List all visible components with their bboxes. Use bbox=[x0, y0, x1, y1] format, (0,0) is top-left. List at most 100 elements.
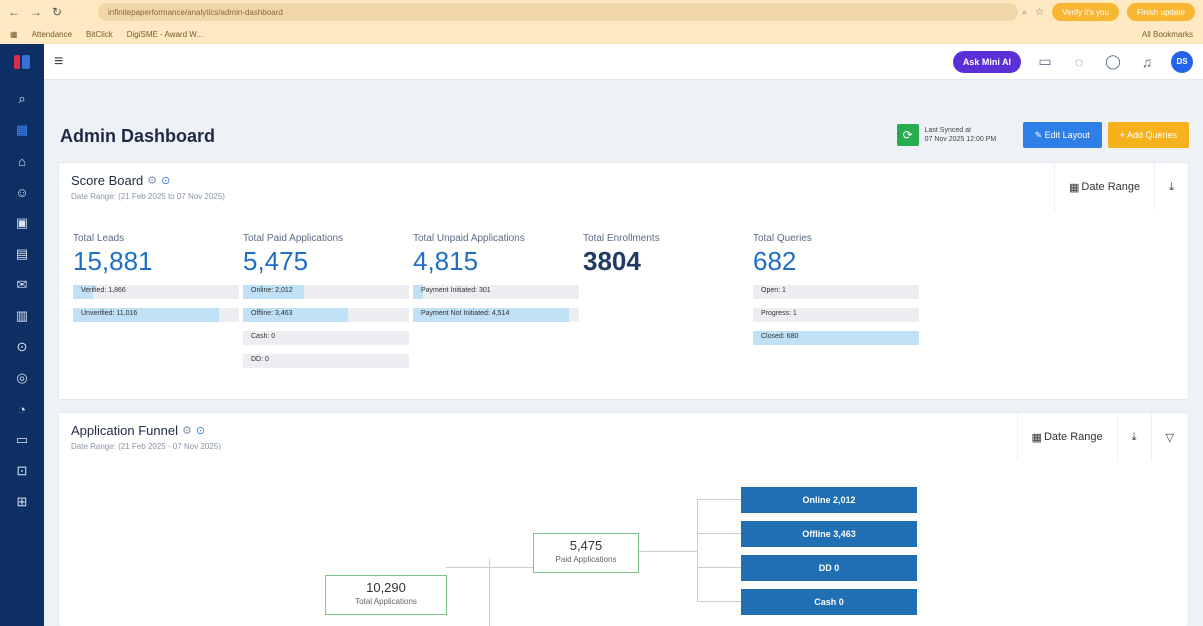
calendar-icon[interactable]: ▣ bbox=[11, 212, 33, 234]
metric-column: Total Queries 682 Open: 1 Progress: 1 Closed… bbox=[753, 233, 921, 345]
document-icon[interactable]: ▤ bbox=[11, 243, 33, 265]
payment-icon[interactable]: ◎ bbox=[11, 367, 33, 389]
grid-icon[interactable]: ⊞ bbox=[11, 491, 33, 513]
metric-column: Total Unpaid Applications 4,815 Payment In… bbox=[413, 233, 581, 322]
date-range-button[interactable]: ▦ Date Range bbox=[1055, 163, 1154, 211]
breakdown-bar[interactable]: Payment Not Initiated: 4,514 bbox=[413, 308, 579, 322]
megaphone-icon[interactable]: ✉ bbox=[11, 274, 33, 296]
offline-node[interactable]: Offline 3,463 bbox=[741, 521, 917, 547]
breakdown-bar-label: Online: 2,012 bbox=[251, 287, 293, 294]
logo-mark-red bbox=[14, 55, 20, 69]
cash-node[interactable]: Cash 0 bbox=[741, 589, 917, 615]
total-applications-node[interactable]: 10,290 Total Applications bbox=[325, 575, 447, 615]
star-icon[interactable]: ☆ bbox=[1035, 7, 1044, 18]
edit-layout-label: Edit Layout bbox=[1044, 130, 1090, 140]
info-icon[interactable]: ⊙ bbox=[196, 424, 205, 437]
settings-icon[interactable]: ◌ bbox=[1069, 52, 1089, 72]
bookmark-bitclick[interactable]: BitClick bbox=[86, 30, 113, 39]
metric-breakdown: Online: 2,012 Offline: 3,463 Cash: 0 DD: 0 bbox=[243, 285, 411, 368]
dd-node[interactable]: DD 0 bbox=[741, 555, 917, 581]
date-range-button[interactable]: ▦ Date Range bbox=[1018, 413, 1117, 461]
metric-value: 15,881 bbox=[73, 246, 153, 276]
report-icon[interactable]: ◔ bbox=[11, 398, 33, 420]
add-queries-button[interactable]: + Add Queries bbox=[1107, 122, 1189, 148]
bookmark-attendance[interactable]: Attendance bbox=[32, 30, 72, 39]
ask-ai-button[interactable]: Ask Mini AI bbox=[952, 50, 1021, 73]
metric-breakdown: Verified: 1,866 Unverified: 11,016 bbox=[73, 285, 241, 322]
analytics-icon[interactable]: ▥ bbox=[11, 305, 33, 327]
paid-applications-label: Paid Applications bbox=[555, 555, 617, 564]
breakdown-bar-label: DD: 0 bbox=[251, 356, 269, 363]
breakdown-bar[interactable]: DD: 0 bbox=[243, 354, 409, 368]
date-range-label: Date Range bbox=[1043, 431, 1103, 443]
metric-label: Total Paid Applications bbox=[243, 233, 344, 244]
connector bbox=[697, 567, 741, 568]
layout-icon[interactable]: ▭ bbox=[1035, 52, 1055, 72]
url-text: infinitepaperformance/analytics/admin-da… bbox=[108, 7, 283, 17]
search-icon[interactable]: ⌕ bbox=[11, 88, 33, 110]
card-icon[interactable]: ▭ bbox=[11, 429, 33, 451]
help-circle-icon[interactable]: ◯ bbox=[1103, 52, 1123, 72]
metric-value: 3804 bbox=[583, 246, 641, 276]
edit-layout-button[interactable]: ✎ Edit Layout bbox=[1022, 122, 1102, 148]
calendar-icon: ▦ bbox=[1031, 431, 1042, 444]
breakdown-bar[interactable]: Progress: 1 bbox=[753, 308, 919, 322]
breakdown-bar[interactable]: Verified: 1,866 bbox=[73, 285, 239, 299]
metric-value: 5,475 bbox=[243, 246, 309, 276]
scoreboard-date-range: Date Range: (21 Feb 2025 to 07 Nov 2025) bbox=[71, 192, 225, 201]
info-icon[interactable]: ⊙ bbox=[161, 174, 170, 187]
institution-icon[interactable]: ⌂ bbox=[11, 150, 33, 172]
dashboard-icon[interactable]: ▦ bbox=[11, 119, 33, 141]
breakdown-bar-label: Open: 1 bbox=[761, 287, 786, 294]
sync-button[interactable]: ⟳ bbox=[896, 124, 919, 146]
metric-label: Total Unpaid Applications bbox=[413, 233, 525, 244]
settings-icon[interactable]: ⚙ bbox=[182, 424, 192, 437]
metric-label: Total Enrollments bbox=[583, 233, 660, 244]
settings-icon[interactable]: ⚙ bbox=[147, 174, 157, 187]
download-icon[interactable]: ⤓ bbox=[1154, 163, 1188, 211]
online-node[interactable]: Online 2,012 bbox=[741, 487, 917, 513]
last-synced-time: 07 Nov 2025 12:00 PM bbox=[924, 136, 997, 143]
user-icon[interactable]: ☺ bbox=[11, 181, 33, 203]
scoreboard-title: Score Board ⚙ ⊙ bbox=[71, 173, 170, 188]
bell-icon[interactable]: ♫ bbox=[1137, 52, 1157, 72]
breakdown-bar[interactable]: Closed: 680 bbox=[753, 331, 919, 345]
reload-icon[interactable]: ↻ bbox=[52, 5, 62, 19]
zoom-icon[interactable]: ⌕ bbox=[1022, 7, 1027, 18]
breakdown-bar[interactable]: Open: 1 bbox=[753, 285, 919, 299]
back-icon[interactable]: ← bbox=[8, 5, 20, 19]
bookmark-digisme[interactable]: DigiSME - Award W... bbox=[127, 30, 203, 39]
connector bbox=[489, 567, 533, 568]
address-bar[interactable]: infinitepaperformance/analytics/admin-da… bbox=[98, 3, 1018, 21]
sidebar: ⌕ ▦ ⌂ ☺ ▣ ▤ ✉ ▥ ⊙ ◎ ◔ ▭ ⊡ ⊞ bbox=[0, 80, 44, 626]
breakdown-bar-label: Cash: 0 bbox=[251, 333, 276, 340]
page-actions: ⟳ Last Synced at 07 Nov 2025 12:00 PM ✎ … bbox=[896, 122, 1189, 148]
paid-applications-node[interactable]: 5,475 Paid Applications bbox=[533, 533, 639, 573]
breakdown-bar[interactable]: Payment Initiated: 301 bbox=[413, 285, 579, 299]
verify-button[interactable]: Verify it's you bbox=[1052, 3, 1119, 21]
apps-icon[interactable]: ▦ bbox=[10, 30, 18, 39]
help-icon[interactable]: ⊙ bbox=[11, 336, 33, 358]
lock-icon[interactable]: ⊡ bbox=[11, 460, 33, 482]
download-icon[interactable]: ⤓ bbox=[1116, 413, 1151, 461]
connector bbox=[446, 567, 489, 568]
breakdown-bar[interactable]: Cash: 0 bbox=[243, 331, 409, 345]
browser-chrome: ← → ↻ infinitepaperformance/analytics/ad… bbox=[0, 0, 1203, 44]
funnel-date-range: Date Range: (21 Feb 2025 - 07 Nov 2025) bbox=[71, 442, 221, 451]
metric-label: Total Leads bbox=[73, 233, 125, 244]
breakdown-bar[interactable]: Unverified: 11,016 bbox=[73, 308, 239, 322]
breakdown-bar[interactable]: Online: 2,012 bbox=[243, 285, 409, 299]
filter-icon[interactable]: ▽ bbox=[1150, 413, 1188, 461]
all-bookmarks[interactable]: All Bookmarks bbox=[1142, 30, 1193, 39]
breakdown-bar-label: Closed: 680 bbox=[761, 333, 799, 340]
avatar[interactable]: DS bbox=[1171, 50, 1193, 73]
app-logo[interactable] bbox=[0, 44, 44, 80]
connector bbox=[697, 601, 741, 602]
metric-column: Total Enrollments 3804 bbox=[583, 233, 751, 285]
finish-update-button[interactable]: Finish update bbox=[1126, 3, 1195, 21]
menu-icon[interactable]: ≡ bbox=[54, 53, 63, 71]
funnel-diagram: 10,290 Total Applications 5,475 Paid App… bbox=[59, 471, 1188, 626]
breakdown-bar[interactable]: Offline: 3,463 bbox=[243, 308, 409, 322]
page-title: Admin Dashboard bbox=[60, 126, 216, 146]
forward-icon[interactable]: → bbox=[30, 5, 42, 19]
